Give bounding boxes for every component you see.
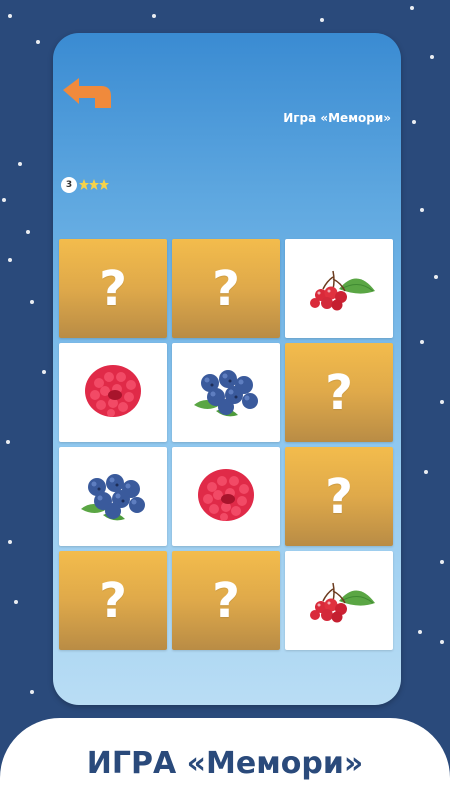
- card-hidden[interactable]: ?: [285, 447, 393, 546]
- question-mark-icon: ?: [99, 572, 127, 629]
- card-open-blueberry[interactable]: [172, 343, 280, 442]
- card-hidden[interactable]: ?: [172, 551, 280, 650]
- score-count: 3: [61, 177, 77, 193]
- hawthorn-icon: [299, 571, 379, 631]
- footer-caption: ИГРА «Мемори»: [86, 745, 364, 781]
- question-mark-icon: ?: [325, 364, 353, 421]
- card-open-hawthorn[interactable]: [285, 239, 393, 338]
- question-mark-icon: ?: [325, 468, 353, 525]
- card-hidden[interactable]: ?: [59, 239, 167, 338]
- back-arrow-icon: [63, 78, 111, 108]
- card-open-hawthorn[interactable]: [285, 551, 393, 650]
- score-display: 3: [61, 177, 109, 193]
- memory-board: ?? ? ? ? ?: [59, 239, 393, 650]
- stars-icon: [79, 178, 109, 192]
- question-mark-icon: ?: [212, 572, 240, 629]
- game-header: Игра «Мемори» 3: [53, 33, 401, 218]
- back-button[interactable]: [61, 78, 113, 114]
- footer-banner: ИГРА «Мемори»: [0, 718, 450, 800]
- question-mark-icon: ?: [99, 260, 127, 317]
- blueberry-icon: [186, 361, 266, 425]
- card-hidden[interactable]: ?: [285, 343, 393, 442]
- card-hidden[interactable]: ?: [59, 551, 167, 650]
- raspberry-icon: [194, 463, 258, 531]
- card-hidden[interactable]: ?: [172, 239, 280, 338]
- hawthorn-icon: [299, 259, 379, 319]
- question-mark-icon: ?: [212, 260, 240, 317]
- card-open-blueberry[interactable]: [59, 447, 167, 546]
- blueberry-icon: [73, 465, 153, 529]
- card-open-raspberry[interactable]: [172, 447, 280, 546]
- page-title: Игра «Мемори»: [283, 111, 391, 125]
- card-open-raspberry[interactable]: [59, 343, 167, 442]
- raspberry-icon: [81, 359, 145, 427]
